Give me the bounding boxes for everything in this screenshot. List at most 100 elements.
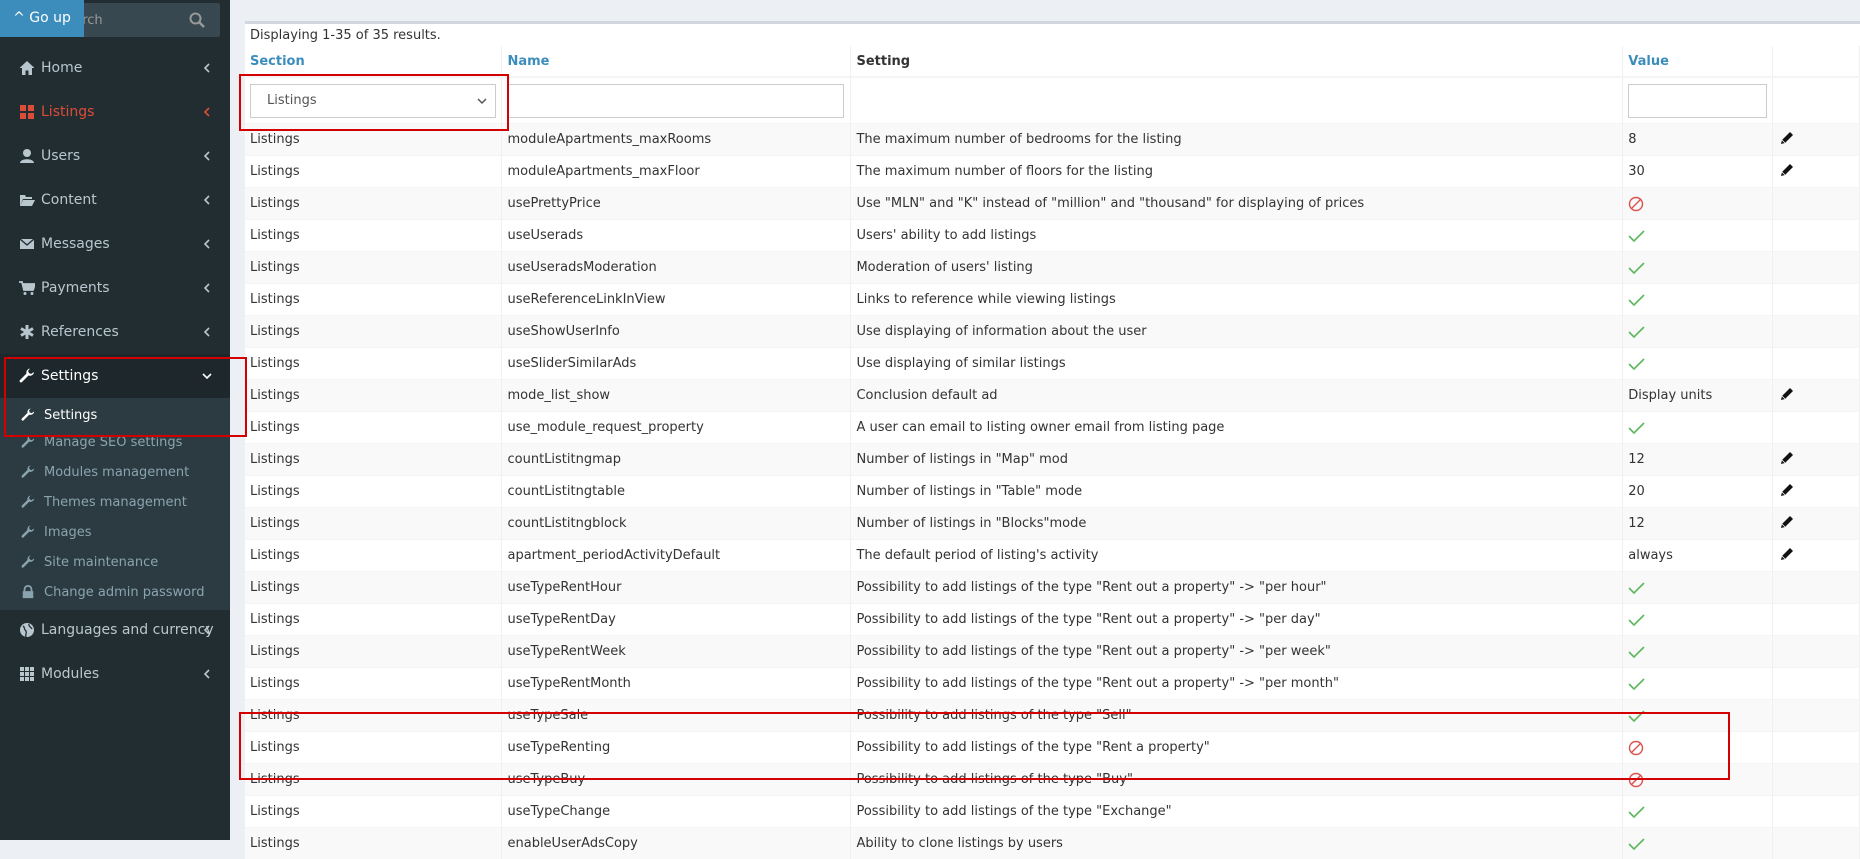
nav-item-label: Settings <box>41 354 98 398</box>
cell-value: always <box>1623 540 1773 572</box>
value-toggle-on[interactable] <box>1623 348 1773 380</box>
nav-item-modules[interactable]: Modules <box>0 652 230 696</box>
value-toggle-on[interactable] <box>1623 284 1773 316</box>
edit-pencil-icon[interactable] <box>1780 451 1794 469</box>
cell-section: Listings <box>245 604 502 636</box>
cell-name: useSliderSimilarAds <box>502 348 851 380</box>
edit-pencil-icon[interactable] <box>1780 483 1794 501</box>
edit-pencil-icon[interactable] <box>1780 547 1794 565</box>
sub-item-modules-management[interactable]: Modules management <box>0 458 230 488</box>
edit-pencil-icon[interactable] <box>1780 163 1794 181</box>
nav-item-messages[interactable]: Messages <box>0 222 230 266</box>
cell-actions <box>1773 188 1860 220</box>
edit-pencil-icon[interactable] <box>1780 131 1794 149</box>
sub-item-themes-management[interactable]: Themes management <box>0 488 230 518</box>
value-toggle-on[interactable] <box>1623 668 1773 700</box>
check-icon <box>1628 677 1645 691</box>
go-up-button[interactable]: ^ Go up <box>0 0 84 37</box>
nav-item-home[interactable]: Home <box>0 46 230 90</box>
value-toggle-off[interactable] <box>1623 188 1773 220</box>
value-filter-input[interactable] <box>1628 84 1767 118</box>
value-toggle-off[interactable] <box>1623 764 1773 796</box>
cell-name: moduleApartments_maxFloor <box>502 156 851 188</box>
cell-section: Listings <box>245 188 502 220</box>
nav-item-payments[interactable]: Payments <box>0 266 230 310</box>
user-icon <box>19 148 35 164</box>
cell-name: mode_list_show <box>502 380 851 412</box>
column-header-value[interactable]: Value <box>1623 46 1773 77</box>
sub-item-site-maintenance[interactable]: Site maintenance <box>0 548 230 578</box>
cell-name: useTypeChange <box>502 796 851 828</box>
sub-item-label: Change admin password <box>44 578 205 608</box>
nav-item-settings[interactable]: Settings <box>0 354 230 398</box>
check-icon <box>1628 837 1645 851</box>
disabled-icon <box>1628 772 1644 788</box>
edit-pencil-icon[interactable] <box>1780 387 1794 405</box>
value-toggle-on[interactable] <box>1623 572 1773 604</box>
name-filter-input[interactable] <box>507 84 844 118</box>
value-toggle-on[interactable] <box>1623 828 1773 859</box>
value-toggle-off[interactable] <box>1623 732 1773 764</box>
chevron-left-icon <box>202 283 212 293</box>
nav-item-languages-currency[interactable]: Languages and currency <box>0 608 230 652</box>
disabled-icon <box>1628 740 1644 756</box>
cell-value: 20 <box>1623 476 1773 508</box>
wrench-icon <box>21 495 35 509</box>
value-toggle-on[interactable] <box>1623 220 1773 252</box>
cell-section: Listings <box>245 572 502 604</box>
cell-actions <box>1773 668 1860 700</box>
value-toggle-on[interactable] <box>1623 636 1773 668</box>
nav-item-label: References <box>41 310 119 354</box>
value-toggle-on[interactable] <box>1623 412 1773 444</box>
cell-name: useTypeRentWeek <box>502 636 851 668</box>
chevron-left-icon <box>202 195 212 205</box>
column-header-section[interactable]: Section <box>245 46 502 77</box>
cell-value: 12 <box>1623 508 1773 540</box>
nav-item-listings[interactable]: Listings <box>0 90 230 134</box>
cell-section: Listings <box>245 796 502 828</box>
check-icon <box>1628 261 1645 275</box>
disabled-icon <box>1628 196 1644 212</box>
chevron-left-icon <box>202 327 212 337</box>
cell-actions <box>1773 380 1860 412</box>
value-toggle-on[interactable] <box>1623 700 1773 732</box>
cell-setting: Possibility to add listings of the type … <box>851 572 1623 604</box>
value-toggle-on[interactable] <box>1623 796 1773 828</box>
nav-item-label: Messages <box>41 222 110 266</box>
search-icon[interactable] <box>188 11 206 29</box>
edit-pencil-icon[interactable] <box>1780 515 1794 533</box>
cell-actions <box>1773 572 1860 604</box>
cell-section: Listings <box>245 540 502 572</box>
nav-item-users[interactable]: Users <box>0 134 230 178</box>
cell-name: useTypeRentDay <box>502 604 851 636</box>
sub-item-images[interactable]: Images <box>0 518 230 548</box>
value-toggle-on[interactable] <box>1623 316 1773 348</box>
sub-item-label: Site maintenance <box>44 548 158 578</box>
nav-item-content[interactable]: Content <box>0 178 230 222</box>
wrench-icon <box>21 408 35 422</box>
table-row: ListingsuseTypeRentDayPossibility to add… <box>245 604 1860 636</box>
cell-actions <box>1773 252 1860 284</box>
cell-actions <box>1773 636 1860 668</box>
cell-setting: Number of listings in "Blocks"mode <box>851 508 1623 540</box>
cell-section: Listings <box>245 124 502 156</box>
nav-item-label: Payments <box>41 266 110 310</box>
cell-section: Listings <box>245 636 502 668</box>
nav-item-label: Languages and currency <box>41 608 214 652</box>
section-filter-select[interactable]: Listings <box>250 84 496 118</box>
sub-item-seo[interactable]: Manage SEO settings <box>0 428 230 458</box>
cart-icon <box>19 280 35 296</box>
wrench-icon <box>21 465 35 479</box>
cell-actions <box>1773 508 1860 540</box>
value-toggle-on[interactable] <box>1623 252 1773 284</box>
nav-item-label: Content <box>41 178 97 222</box>
table-row: Listingsapartment_periodActivityDefaultT… <box>245 540 1860 572</box>
nav-item-references[interactable]: References <box>0 310 230 354</box>
column-header-name[interactable]: Name <box>502 46 851 77</box>
sub-item-change-admin-password[interactable]: Change admin password <box>0 578 230 610</box>
cell-actions <box>1773 284 1860 316</box>
cell-setting: Number of listings in "Table" mode <box>851 476 1623 508</box>
cell-section: Listings <box>245 252 502 284</box>
value-toggle-on[interactable] <box>1623 604 1773 636</box>
table-row: ListingsuseTypeRentMonthPossibility to a… <box>245 668 1860 700</box>
